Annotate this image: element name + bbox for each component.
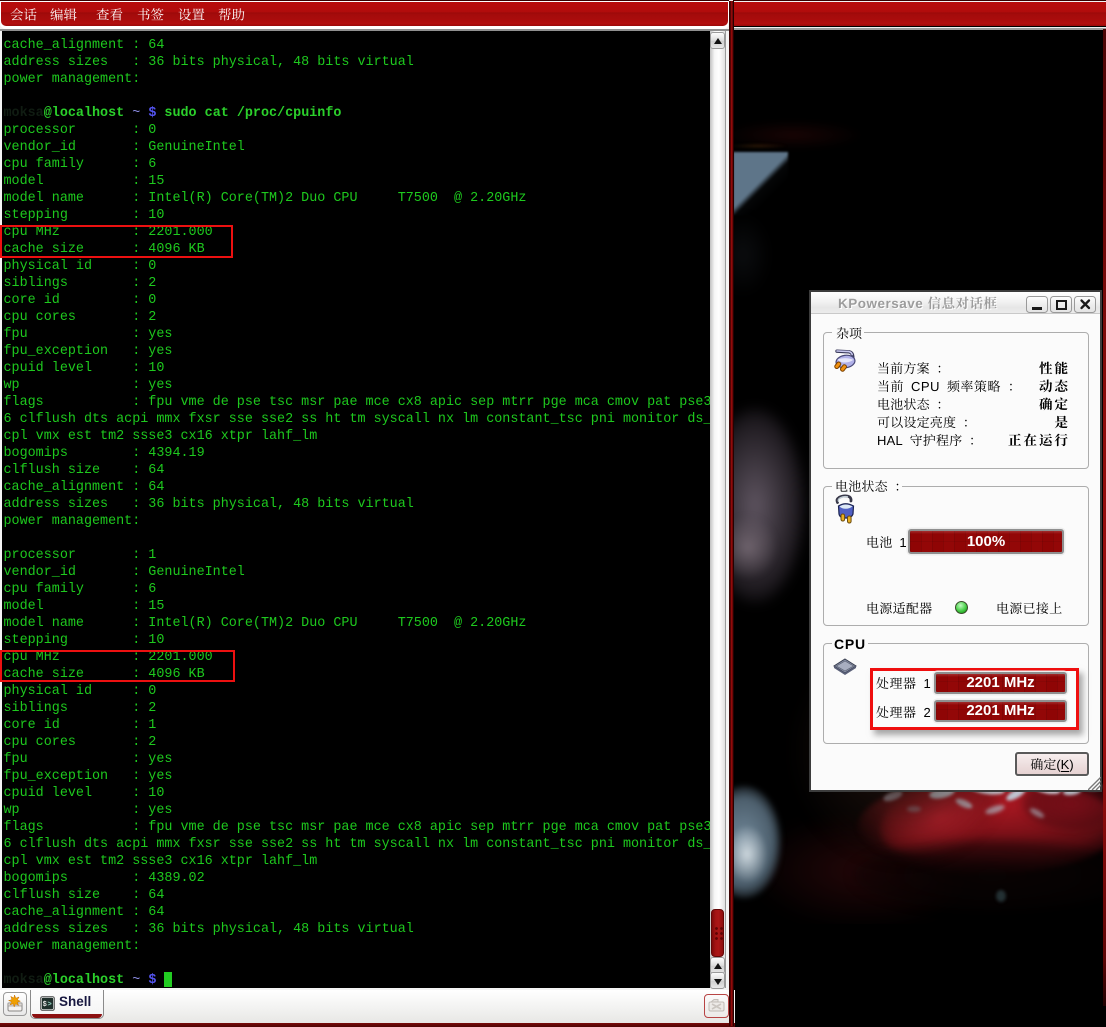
svg-text:$: $ (43, 1001, 47, 1009)
svg-text:>: > (48, 1001, 52, 1009)
